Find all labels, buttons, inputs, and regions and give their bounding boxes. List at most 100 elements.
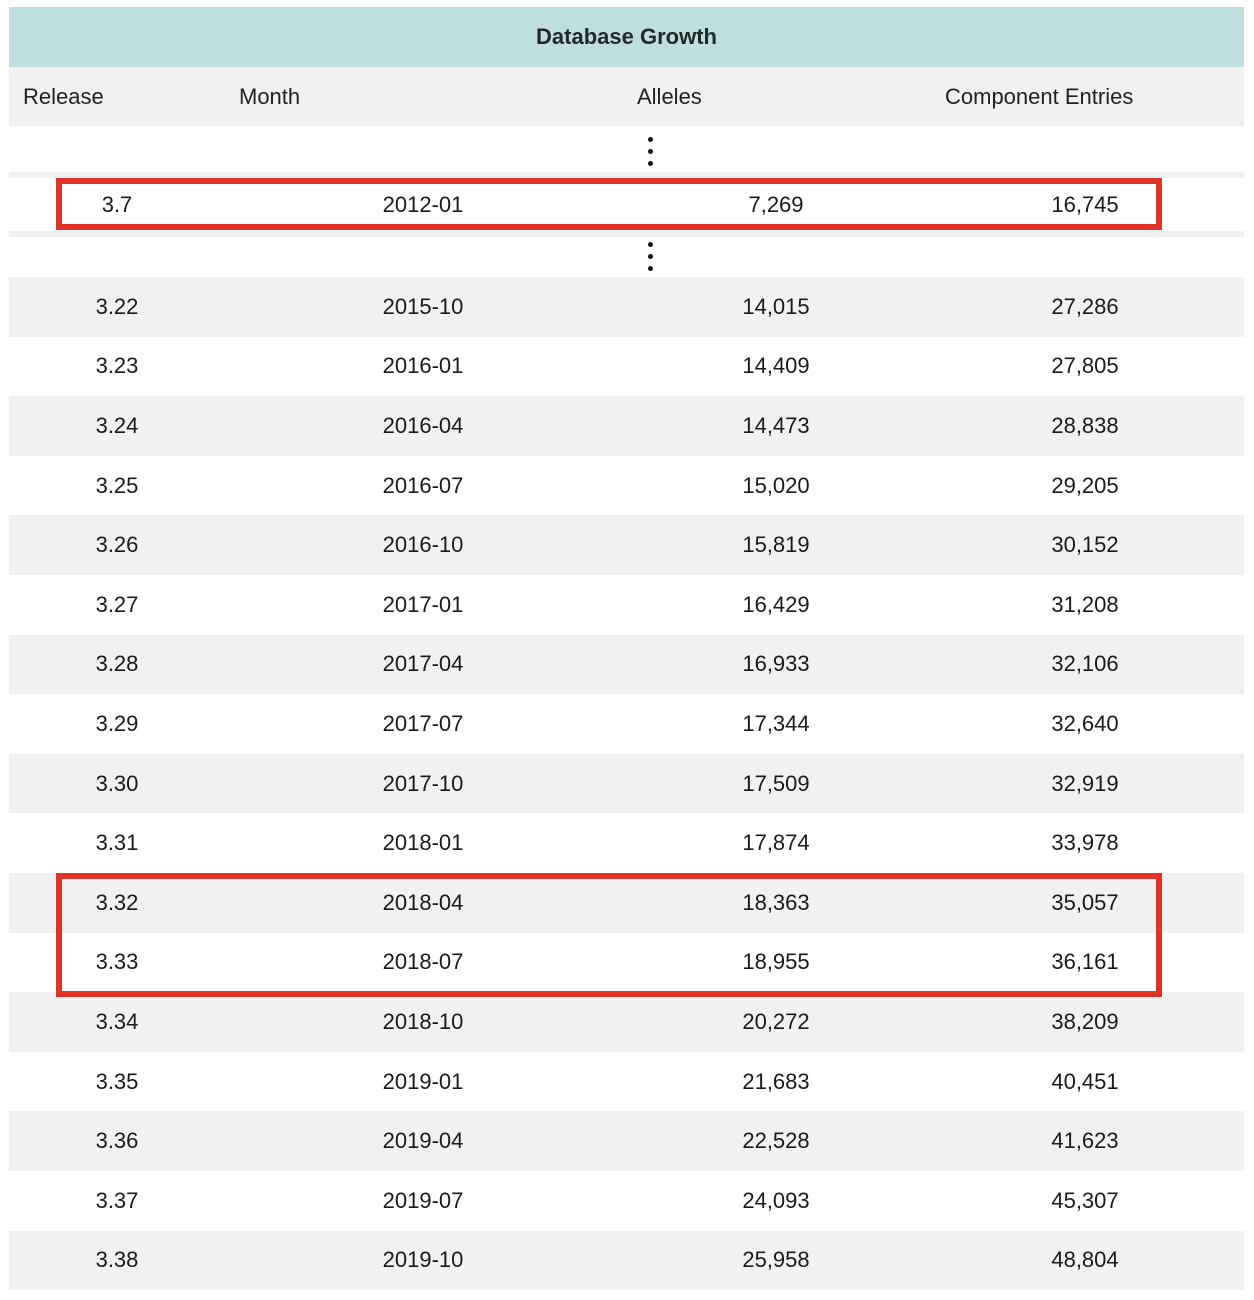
table-row: 3.34 2018-10 20,272 38,209 xyxy=(9,992,1244,1052)
cell-component-entries: 48,804 xyxy=(1051,1247,1119,1273)
cell-component-entries: 31,208 xyxy=(1051,591,1119,617)
cell-month: 2019-01 xyxy=(382,1068,464,1094)
cell-component-entries: 28,838 xyxy=(1051,412,1119,438)
cell-release: 3.7 xyxy=(101,191,133,217)
cell-alleles: 25,958 xyxy=(742,1247,810,1273)
cell-component-entries: 41,623 xyxy=(1051,1128,1119,1154)
cell-release: 3.30 xyxy=(95,770,139,796)
cell-alleles: 14,409 xyxy=(742,353,810,379)
cell-component-entries: 33,978 xyxy=(1051,830,1119,856)
cell-month: 2017-01 xyxy=(382,591,464,617)
table-row: 3.38 2019-10 25,958 48,804 xyxy=(9,1230,1244,1291)
table-row: 3.22 2015-10 14,015 27,286 xyxy=(9,277,1244,337)
vertical-ellipsis-icon xyxy=(646,137,654,167)
cell-release: 3.27 xyxy=(95,591,139,617)
cell-month: 2019-07 xyxy=(382,1187,464,1213)
column-header-release: Release xyxy=(23,84,104,109)
table-row: 3.24 2016-04 14,473 28,838 xyxy=(9,396,1244,456)
table-row: 3.28 2017-04 16,933 32,106 xyxy=(9,634,1244,695)
cell-alleles: 7,269 xyxy=(748,191,804,217)
cell-month: 2015-10 xyxy=(382,293,464,319)
cell-component-entries: 32,919 xyxy=(1051,770,1119,796)
table-row: 3.7 2012-01 7,269 16,745 xyxy=(9,178,1244,231)
vertical-ellipsis-icon xyxy=(646,242,654,272)
column-header-month: Month xyxy=(239,84,301,109)
cell-component-entries: 32,640 xyxy=(1051,710,1119,736)
table-row: 3.35 2019-01 21,683 40,451 xyxy=(9,1051,1244,1112)
table-row: 3.33 2018-07 18,955 36,161 xyxy=(9,932,1244,993)
column-header-row: Release Month Alleles Component Entries xyxy=(9,67,1244,126)
cell-alleles: 15,819 xyxy=(742,532,810,558)
cell-alleles: 17,509 xyxy=(742,770,810,796)
cell-alleles: 17,344 xyxy=(742,710,810,736)
cell-release: 3.32 xyxy=(95,889,139,915)
table-row: 3.25 2016-07 15,020 29,205 xyxy=(9,455,1244,516)
cell-month: 2018-01 xyxy=(382,830,464,856)
cell-month: 2019-10 xyxy=(382,1247,464,1273)
cell-alleles: 15,020 xyxy=(742,472,810,498)
cell-alleles: 16,429 xyxy=(742,591,810,617)
cell-component-entries: 45,307 xyxy=(1051,1187,1119,1213)
cell-release: 3.34 xyxy=(95,1008,139,1034)
cell-alleles: 18,363 xyxy=(742,889,810,915)
cell-release: 3.22 xyxy=(95,293,139,319)
table-row: 3.30 2017-10 17,509 32,919 xyxy=(9,753,1244,814)
cell-release: 3.33 xyxy=(95,949,139,975)
table-row: 3.31 2018-01 17,874 33,978 xyxy=(9,813,1244,873)
table-row: 3.37 2019-07 24,093 45,307 xyxy=(9,1170,1244,1231)
cell-release: 3.38 xyxy=(95,1247,139,1273)
table-row: 3.29 2017-07 17,344 32,640 xyxy=(9,694,1244,754)
cell-month: 2012-01 xyxy=(382,191,464,217)
cell-alleles: 17,874 xyxy=(742,830,810,856)
cell-release: 3.28 xyxy=(95,651,139,677)
cell-alleles: 14,473 xyxy=(742,412,810,438)
cell-month: 2018-10 xyxy=(382,1008,464,1034)
cell-month: 2017-10 xyxy=(382,770,464,796)
table-row: 3.36 2019-04 22,528 41,623 xyxy=(9,1111,1244,1171)
database-growth-table: Database Growth Release Month Alleles Co… xyxy=(9,7,1244,1291)
cell-month: 2016-07 xyxy=(382,472,464,498)
cell-month: 2018-04 xyxy=(382,889,464,915)
cell-release: 3.31 xyxy=(95,830,139,856)
cell-component-entries: 35,057 xyxy=(1051,889,1119,915)
cell-release: 3.23 xyxy=(95,353,139,379)
cell-month: 2019-04 xyxy=(382,1128,464,1154)
cell-alleles: 24,093 xyxy=(742,1187,810,1213)
cell-month: 2017-04 xyxy=(382,651,464,677)
cell-alleles: 14,015 xyxy=(742,293,810,319)
cell-alleles: 16,933 xyxy=(742,651,810,677)
ellipsis-row xyxy=(9,132,1244,172)
cell-release: 3.29 xyxy=(95,710,139,736)
cell-month: 2018-07 xyxy=(382,949,464,975)
cell-alleles: 18,955 xyxy=(742,949,810,975)
cell-month: 2016-01 xyxy=(382,353,464,379)
cell-release: 3.36 xyxy=(95,1128,139,1154)
column-header-alleles: Alleles xyxy=(637,84,702,109)
cell-release: 3.37 xyxy=(95,1187,139,1213)
column-header-component-entries: Component Entries xyxy=(945,84,1134,109)
cell-alleles: 22,528 xyxy=(742,1128,810,1154)
cell-release: 3.26 xyxy=(95,532,139,558)
table-row: 3.32 2018-04 18,363 35,057 xyxy=(9,872,1244,933)
cell-month: 2016-04 xyxy=(382,412,464,438)
cell-component-entries: 27,805 xyxy=(1051,353,1119,379)
cell-component-entries: 16,745 xyxy=(1051,191,1119,217)
cell-release: 3.25 xyxy=(95,472,139,498)
cell-release: 3.35 xyxy=(95,1068,139,1094)
cell-month: 2016-10 xyxy=(382,532,464,558)
table-body: 3.22 2015-10 14,015 27,286 3.23 2016-01 14,409… xyxy=(9,277,1244,1291)
cell-component-entries: 38,209 xyxy=(1051,1008,1119,1034)
table-row: 3.26 2016-10 15,819 30,152 xyxy=(9,515,1244,575)
cell-component-entries: 29,205 xyxy=(1051,472,1119,498)
cell-alleles: 21,683 xyxy=(742,1068,810,1094)
ellipsis-row xyxy=(9,237,1244,277)
table-title: Database Growth xyxy=(9,7,1244,67)
cell-alleles: 20,272 xyxy=(742,1008,810,1034)
cell-month: 2017-07 xyxy=(382,710,464,736)
cell-component-entries: 32,106 xyxy=(1051,651,1119,677)
table-row: 3.27 2017-01 16,429 31,208 xyxy=(9,574,1244,635)
cell-component-entries: 36,161 xyxy=(1051,949,1119,975)
table-row: 3.23 2016-01 14,409 27,805 xyxy=(9,336,1244,397)
cell-component-entries: 30,152 xyxy=(1051,532,1119,558)
cell-release: 3.24 xyxy=(95,412,139,438)
